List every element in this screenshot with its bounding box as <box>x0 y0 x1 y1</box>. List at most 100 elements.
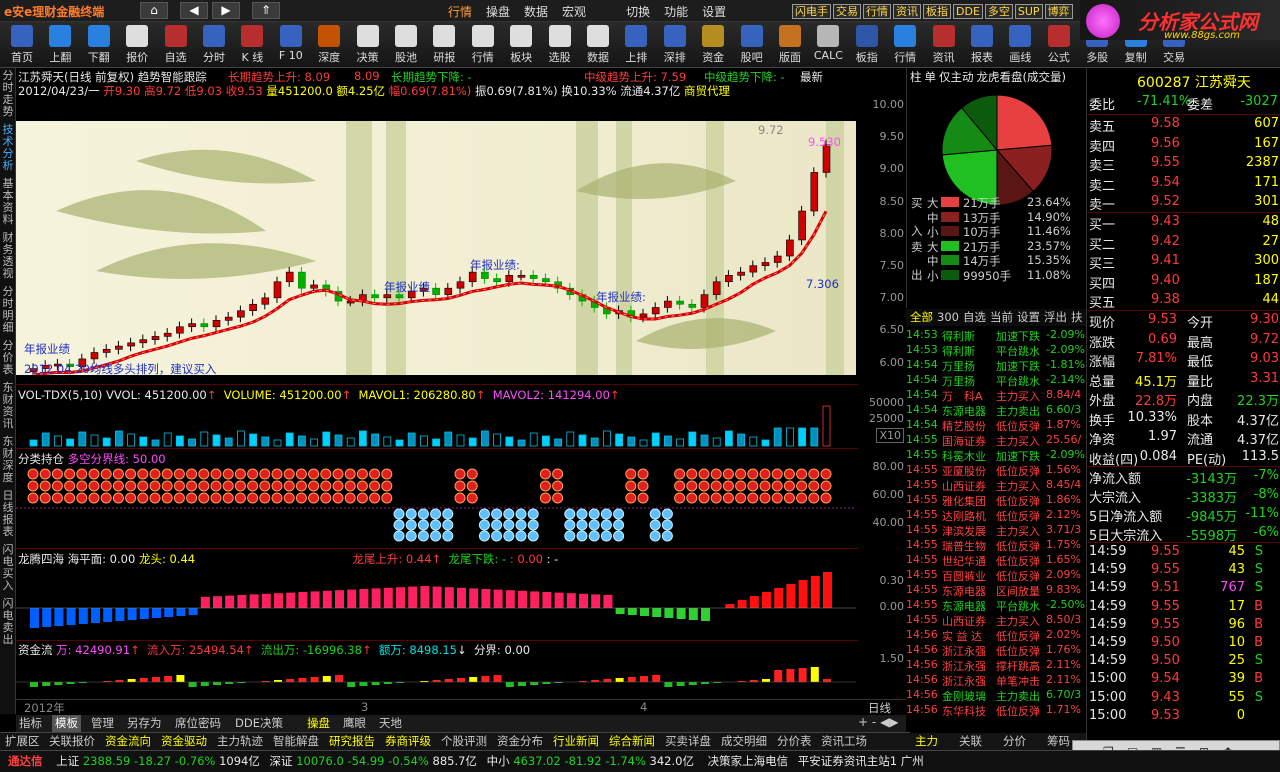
pie-tab-0[interactable]: 柱 <box>910 70 922 84</box>
filter-0[interactable]: 全部 <box>910 310 933 324</box>
ext-tab-3[interactable]: 资金驱动 <box>158 733 210 750</box>
ext-tab-12[interactable]: 买卖详盘 <box>662 733 714 750</box>
news-row[interactable]: 14:55 瑞普生物 低位反弹 1.75% <box>906 538 1086 553</box>
ask-row[interactable]: 买三 9.41 300 <box>1087 252 1280 272</box>
badge-6[interactable]: 多空 <box>984 4 1013 19</box>
news-row[interactable]: 14:55 东源电器 平台跳水 -2.50% <box>906 598 1086 613</box>
toolbar-btn-26[interactable]: 画线 <box>1002 24 1038 66</box>
filter-3[interactable]: 当前 <box>990 310 1013 324</box>
toolbar-btn-17[interactable]: 深排 <box>657 24 693 66</box>
toolbar-btn-8[interactable]: 深度 <box>311 24 347 66</box>
indicator-tab-8[interactable]: 天地 <box>376 715 405 732</box>
ext-tab-6[interactable]: 研究报告 <box>326 733 378 750</box>
toolbar-btn-10[interactable]: 股池 <box>388 24 424 66</box>
toolbar-btn-15[interactable]: 数据 <box>580 24 616 66</box>
left-tab-9[interactable]: 闪电买入 <box>0 544 16 592</box>
news-row[interactable]: 14:53 得利斯 加速下跌 -2.09% <box>906 328 1086 343</box>
filter-4[interactable]: 设置 <box>1017 310 1040 324</box>
news-row[interactable]: 14:55 达刚路机 低位反弹 2.12% <box>906 508 1086 523</box>
left-tab-8[interactable]: 日线报表 <box>0 490 16 538</box>
toolbar-btn-21[interactable]: CALC <box>810 24 846 66</box>
toolbar-btn-19[interactable]: 股吧 <box>734 24 770 66</box>
news-row[interactable]: 14:55 国海证券 主力买入 25.56/ <box>906 433 1086 448</box>
news-row[interactable]: 14:56 浙江永强 低位反弹 1.76% <box>906 643 1086 658</box>
ext-tab-5[interactable]: 智能解盘 <box>270 733 322 750</box>
back-icon[interactable]: ◀ <box>180 2 208 19</box>
news-row[interactable]: 14:55 世纪华通 低位反弹 1.65% <box>906 553 1086 568</box>
indicator-tab-0[interactable]: 指标 <box>16 715 45 732</box>
filter-1[interactable]: 300 <box>937 310 959 324</box>
toolbar-btn-24[interactable]: 资讯 <box>926 24 962 66</box>
badge-3[interactable]: 资讯 <box>893 4 921 19</box>
filter-2[interactable]: 自选 <box>963 310 986 324</box>
left-tab-0[interactable]: 分时走势 <box>0 70 16 118</box>
price-panel[interactable]: 9.72 9.530 7.306 年报业绩: 年报业绩 年报业绩: 年报业绩 2… <box>16 121 856 375</box>
vol-scale-button[interactable]: X10 <box>876 428 904 443</box>
sz-label[interactable]: 深证 <box>270 754 293 768</box>
nav-1[interactable]: 操盘 <box>486 5 510 19</box>
ask-row[interactable]: 卖一 9.52 301 <box>1087 193 1280 213</box>
zoom-out-icon[interactable]: - <box>872 715 876 729</box>
filter-5[interactable]: 浮出 <box>1044 310 1067 324</box>
toolbar-btn-23[interactable]: 行情 <box>887 24 923 66</box>
pie-tab-1[interactable]: 单 <box>925 70 937 84</box>
nav-4[interactable]: 切换 <box>626 5 650 19</box>
nav-6[interactable]: 设置 <box>702 5 726 19</box>
ext-tab-1[interactable]: 关联报价 <box>46 733 98 750</box>
indicator-tab-1[interactable]: 模板 <box>52 715 81 732</box>
ask-row[interactable]: 卖四 9.56 167 <box>1087 135 1280 155</box>
toolbar-btn-1[interactable]: 上翻 <box>42 24 78 66</box>
ext-tab-8[interactable]: 个股评测 <box>438 733 490 750</box>
left-tab-7[interactable]: 东财深度 <box>0 436 16 484</box>
right-tab-0[interactable]: 主力 <box>912 733 941 750</box>
zx-label[interactable]: 中小 <box>487 754 510 768</box>
left-tab-1[interactable]: 技术分析 <box>0 124 16 172</box>
ask-row[interactable]: 买四 9.40 187 <box>1087 272 1280 292</box>
ask-row[interactable]: 卖五 9.58 607 <box>1087 115 1280 135</box>
news-row[interactable]: 14:55 津滨发展 主力买入 3.71/3 <box>906 523 1086 538</box>
ext-tab-2[interactable]: 资金流向 <box>102 733 154 750</box>
toolbar-btn-27[interactable]: 公式 <box>1041 24 1077 66</box>
nav-0[interactable]: 行情 <box>448 5 472 19</box>
news-row[interactable]: 14:53 得利斯 平台跳水 -2.09% <box>906 343 1086 358</box>
news-row[interactable]: 14:56 浙江永强 单笔冲击 2.11% <box>906 673 1086 688</box>
filter-6[interactable]: 扶 <box>1071 310 1083 324</box>
news-row[interactable]: 14:55 山西证券 主力买入 8.45/4 <box>906 478 1086 493</box>
scroll-left-icon[interactable]: ◀ <box>880 715 889 729</box>
collapse-icon[interactable]: ⇑ <box>252 2 280 19</box>
ask-row[interactable]: 买二 9.42 27 <box>1087 233 1280 253</box>
ext-tab-13[interactable]: 成交明细 <box>718 733 770 750</box>
badge-7[interactable]: SUP <box>1014 4 1043 19</box>
ext-tab-0[interactable]: 扩展区 <box>2 733 43 750</box>
toolbar-btn-16[interactable]: 上排 <box>618 24 654 66</box>
toolbar-btn-2[interactable]: 下翻 <box>81 24 117 66</box>
news-row[interactable]: 14:54 万里扬 加速下跌 -1.81% <box>906 358 1086 373</box>
news-row[interactable]: 14:56 实 益 达 低位反弹 2.02% <box>906 628 1086 643</box>
left-tab-6[interactable]: 东财资讯 <box>0 382 16 430</box>
ext-tab-7[interactable]: 券商评级 <box>382 733 434 750</box>
toolbar-btn-20[interactable]: 版面 <box>772 24 808 66</box>
toolbar-btn-6[interactable]: K 线 <box>234 24 270 66</box>
indicator-tab-4[interactable]: 席位密码 <box>172 715 224 732</box>
news-row[interactable]: 14:55 百圆裤业 低位反弹 2.09% <box>906 568 1086 583</box>
right-tab-3[interactable]: 筹码 <box>1044 733 1073 750</box>
news-row[interactable]: 14:54 万 科A 主力买入 8.84/4 <box>906 388 1086 403</box>
ask-row[interactable]: 卖二 9.54 171 <box>1087 174 1280 194</box>
ask-row[interactable]: 买一 9.43 48 <box>1087 213 1280 233</box>
left-tab-2[interactable]: 基本资料 <box>0 178 16 226</box>
indicator-tab-7[interactable]: 鹰眼 <box>340 715 369 732</box>
toolbar-btn-14[interactable]: 选股 <box>542 24 578 66</box>
toolbar-btn-9[interactable]: 决策 <box>350 24 386 66</box>
right-tab-2[interactable]: 分价 <box>1000 733 1029 750</box>
right-tab-1[interactable]: 关联 <box>956 733 985 750</box>
news-row[interactable]: 14:54 精艺股份 低位反弹 1.87% <box>906 418 1086 433</box>
news-row[interactable]: 14:55 山西证券 主力买入 8.50/3 <box>906 613 1086 628</box>
left-tab-4[interactable]: 分时明细 <box>0 286 16 334</box>
badge-5[interactable]: DDE <box>953 4 983 19</box>
indicator-tab-3[interactable]: 另存为 <box>124 715 165 732</box>
ask-row[interactable]: 卖三 9.55 2387 <box>1087 154 1280 174</box>
badge-1[interactable]: 交易 <box>833 4 861 19</box>
zoom-in-icon[interactable]: + <box>858 715 868 729</box>
news-row[interactable]: 14:55 科冕木业 加速下跌 -2.09% <box>906 448 1086 463</box>
ext-tab-9[interactable]: 资金分布 <box>494 733 546 750</box>
